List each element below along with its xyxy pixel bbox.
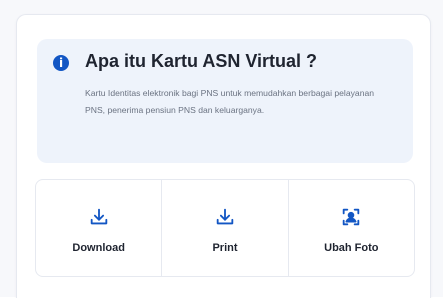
print-icon [216, 208, 234, 225]
download-icon [90, 208, 107, 225]
page-background: i Apa itu Kartu ASN Virtual ? Kartu Iden… [0, 0, 443, 298]
action-buttons: Download Print Ubah Foto [35, 179, 415, 277]
download-button[interactable]: Download [36, 180, 161, 276]
print-label: Print [212, 242, 238, 254]
info-title: Apa itu Kartu ASN Virtual ? [85, 51, 318, 71]
ubah-foto-label: Ubah Foto [324, 242, 379, 254]
ubah-foto-button[interactable]: Ubah Foto [287, 180, 414, 276]
download-label: Download [72, 242, 125, 254]
kartu-asn-card: i Apa itu Kartu ASN Virtual ? Kartu Iden… [16, 14, 431, 298]
info-box: i Apa itu Kartu ASN Virtual ? Kartu Iden… [37, 39, 413, 163]
info-icon: i [53, 55, 69, 71]
print-button[interactable]: Print [161, 180, 287, 276]
profile-photo-icon [343, 208, 360, 226]
info-description: Kartu Identitas elektronik bagi PNS untu… [85, 88, 375, 115]
